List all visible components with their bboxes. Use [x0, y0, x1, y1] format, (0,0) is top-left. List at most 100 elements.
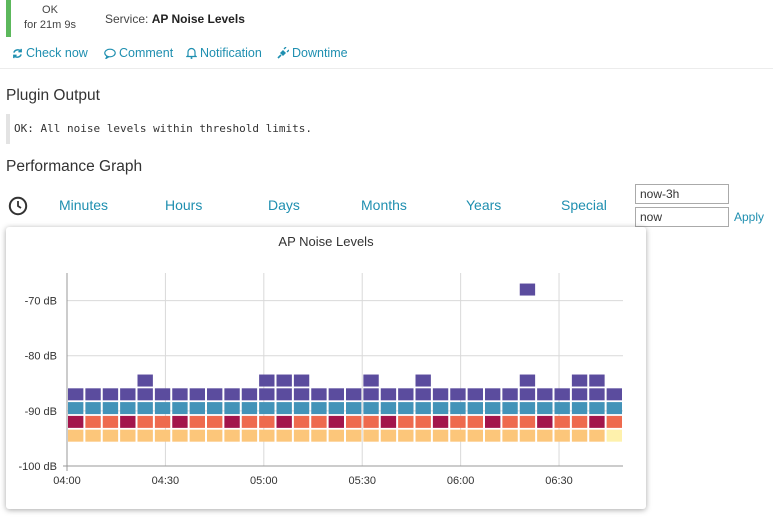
heatmap-cell — [241, 415, 258, 428]
heatmap-cell — [519, 283, 536, 296]
heatmap-cell — [172, 402, 188, 415]
heatmap-cell — [137, 388, 153, 401]
downtime-link[interactable]: Downtime — [277, 46, 348, 60]
heatmap-cell — [432, 415, 449, 428]
heatmap-cell — [68, 388, 84, 401]
heatmap-cell — [415, 374, 431, 387]
heatmap-cell — [589, 415, 605, 428]
heatmap-cell — [311, 429, 327, 442]
heatmap-cell — [259, 429, 275, 442]
heatmap-cell — [398, 429, 414, 442]
heatmap-cell — [207, 402, 223, 415]
y-tick-label: -90 dB — [25, 406, 57, 418]
to-time-input[interactable] — [635, 207, 729, 227]
heatmap-cell — [102, 415, 119, 428]
y-tick-label: -100 dB — [18, 461, 57, 473]
x-tick-label: 06:30 — [545, 475, 573, 487]
heatmap-cell — [363, 415, 379, 428]
heatmap-cell — [189, 429, 205, 442]
heatmap-cell — [137, 415, 153, 428]
heatmap-cell — [485, 402, 501, 415]
heatmap-cell — [328, 429, 344, 442]
heatmap-cell — [502, 429, 518, 442]
heatmap-cell — [363, 429, 379, 442]
heatmap-cell — [537, 402, 553, 415]
heatmap-cell — [537, 415, 553, 428]
heatmap-cell — [606, 429, 622, 442]
heatmap-cell — [380, 388, 397, 401]
heatmap-cell — [467, 402, 483, 415]
heatmap-cell — [450, 402, 466, 415]
heatmap-cell — [398, 388, 414, 401]
notification-link[interactable]: Notification — [186, 46, 262, 60]
heatmap-cell — [571, 374, 588, 387]
heatmap-cell — [224, 415, 240, 428]
heatmap-cell — [398, 415, 414, 428]
heatmap-cell — [259, 374, 275, 387]
heatmap-cell — [259, 388, 275, 401]
heatmap-cell — [415, 402, 431, 415]
heatmap-cell — [571, 402, 588, 415]
range-special[interactable]: Special — [561, 197, 607, 213]
refresh-icon — [13, 48, 22, 58]
x-tick-label: 04:30 — [152, 475, 180, 487]
y-tick-label: -70 dB — [25, 296, 57, 308]
range-days[interactable]: Days — [268, 197, 300, 213]
x-tick-label: 04:00 — [53, 475, 81, 487]
heatmap-cell — [120, 415, 136, 428]
heatmap-cell — [450, 388, 466, 401]
heatmap-cell — [259, 402, 275, 415]
heatmap-cell — [85, 402, 101, 415]
heatmap-cell — [137, 402, 153, 415]
heatmap-cell — [189, 402, 205, 415]
comment-link[interactable]: Comment — [104, 46, 173, 60]
heatmap-cell — [120, 429, 136, 442]
plugin-output-text: OK: All noise levels within threshold li… — [6, 114, 344, 144]
heatmap-cell — [102, 429, 119, 442]
heatmap-cell — [293, 402, 310, 415]
heatmap-cell — [571, 429, 588, 442]
graph-card: AP Noise Levels -70 dB -80 dB -90 dB -100 dB… — [6, 227, 646, 509]
heatmap-cell — [241, 429, 258, 442]
heatmap-cell — [172, 388, 188, 401]
heatmap-cell — [554, 415, 570, 428]
heatmap-cell — [85, 388, 101, 401]
clock-icon — [8, 196, 28, 216]
heatmap-cell — [519, 374, 536, 387]
heatmap-cell — [328, 388, 344, 401]
performance-graph-title: Performance Graph — [6, 158, 143, 175]
heatmap-cell — [276, 415, 292, 428]
chart-title: AP Noise Levels — [278, 234, 374, 249]
divider — [0, 68, 773, 69]
heatmap-cell — [363, 374, 379, 387]
range-hours[interactable]: Hours — [165, 197, 202, 213]
check-now-link[interactable]: Check now — [12, 46, 88, 60]
heatmap-cell — [571, 415, 588, 428]
heatmap-cell — [571, 388, 588, 401]
heatmap-cell — [328, 402, 344, 415]
apply-link[interactable]: Apply — [734, 210, 764, 224]
range-minutes[interactable]: Minutes — [59, 197, 108, 213]
from-time-input[interactable] — [635, 184, 729, 204]
comment-icon — [104, 48, 116, 59]
heatmap-cell — [502, 388, 518, 401]
heatmap-cell — [137, 429, 153, 442]
x-tick-label: 05:30 — [348, 475, 376, 487]
heatmap-cell — [485, 429, 501, 442]
range-years[interactable]: Years — [466, 197, 501, 213]
status-duration: for 21m 9s — [24, 19, 76, 31]
heatmap-cell — [467, 415, 483, 428]
heatmap-cell — [311, 388, 327, 401]
x-tick-label: 06:00 — [447, 475, 475, 487]
range-months[interactable]: Months — [361, 197, 407, 213]
heatmap-cell — [467, 429, 483, 442]
heatmap-cell — [450, 415, 466, 428]
check-now-label: Check now — [26, 46, 88, 60]
service-name: AP Noise Levels — [151, 12, 245, 26]
heatmap-cell — [207, 388, 223, 401]
heatmap-cell — [485, 415, 501, 428]
heatmap-cell — [224, 429, 240, 442]
heatmap-cell — [589, 374, 605, 387]
heatmap-cell — [154, 429, 171, 442]
y-tick-label: -80 dB — [25, 351, 57, 363]
